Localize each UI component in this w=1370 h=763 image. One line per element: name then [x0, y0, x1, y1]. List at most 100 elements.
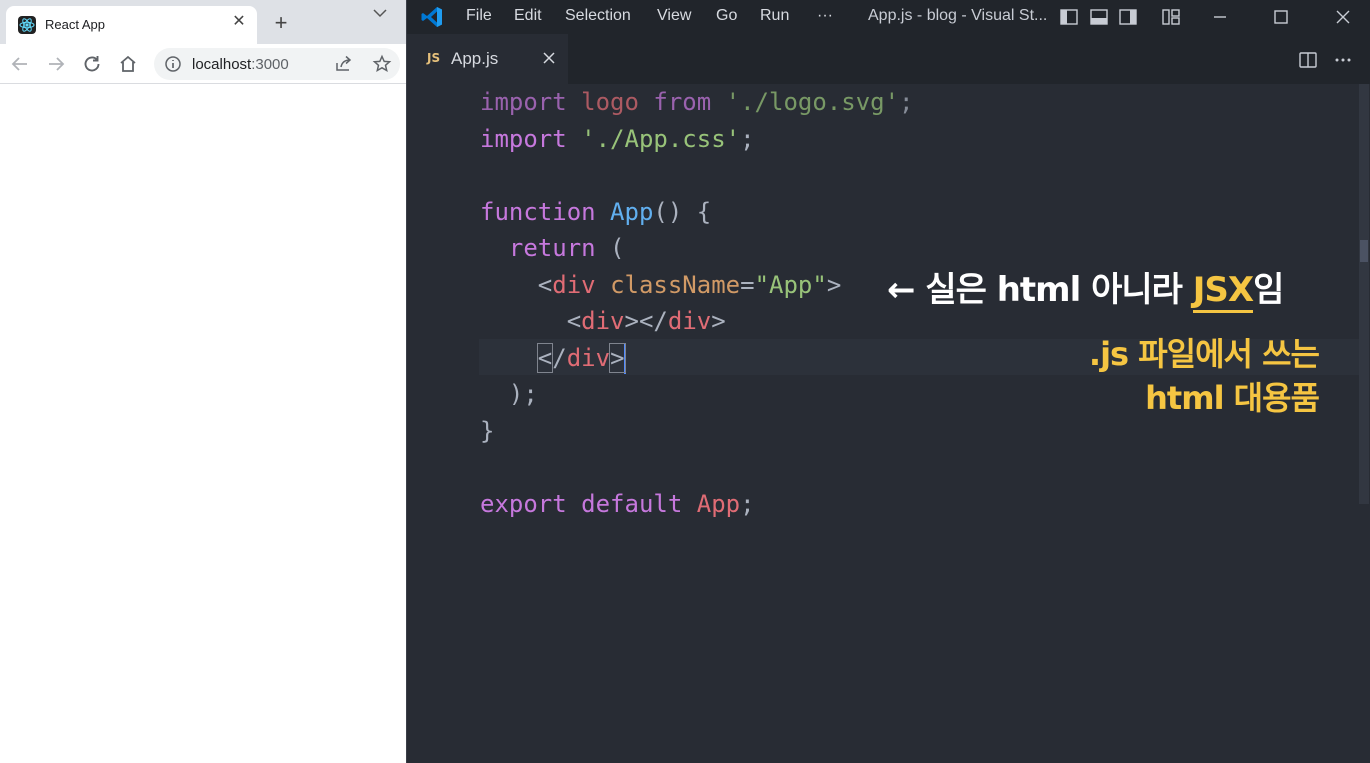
code-token: className: [610, 270, 741, 299]
code-token: from: [653, 88, 712, 116]
info-icon[interactable]: [164, 55, 182, 73]
vertical-scrollbar[interactable]: [1359, 84, 1369, 504]
code-token: <: [480, 307, 582, 335]
code-token: () {: [653, 197, 712, 226]
javascript-file-icon: JS: [427, 51, 441, 65]
window-title: App.js - blog - Visual St...: [868, 7, 1048, 24]
code-line[interactable]: return (: [480, 230, 625, 266]
code-token: function: [480, 197, 596, 226]
code-token: <: [536, 342, 554, 373]
menu-view[interactable]: View: [657, 7, 691, 25]
home-icon[interactable]: [116, 52, 140, 76]
toggle-panel-icon[interactable]: [1089, 7, 1109, 27]
text-cursor: [623, 343, 626, 374]
menu-selection[interactable]: Selection: [565, 7, 631, 25]
customize-layout-icon[interactable]: [1161, 7, 1181, 27]
code-line[interactable]: <div></div>: [480, 303, 726, 339]
menu-run[interactable]: Run: [760, 7, 789, 25]
code-token: <: [480, 270, 553, 299]
annotation-jsx-note: ← 실은 html 아니라 JSX임: [887, 262, 1284, 313]
code-line[interactable]: </div>: [480, 340, 626, 376]
annotation-explanation: .js 파일에서 쓰는 html 대용품: [1088, 332, 1320, 420]
reload-icon[interactable]: [80, 52, 104, 76]
address-url: localhost:3000: [192, 56, 289, 73]
code-token: (: [595, 234, 625, 262]
code-token: div: [581, 307, 625, 335]
menu-edit[interactable]: Edit: [514, 7, 542, 25]
browser-tab-react-app[interactable]: React App ✕: [6, 6, 257, 44]
code-line[interactable]: export default App;: [480, 486, 755, 522]
scrollbar-thumb[interactable]: [1360, 240, 1368, 262]
code-token: }: [480, 416, 495, 445]
share-icon[interactable]: [334, 54, 354, 74]
code-token: ;: [740, 489, 755, 518]
vscode-logo-icon: [420, 5, 444, 29]
back-arrow-icon[interactable]: [8, 52, 32, 76]
menu-go[interactable]: Go: [716, 7, 737, 25]
code-token: div: [566, 343, 611, 372]
react-logo-icon: [18, 16, 36, 34]
browser-tabstrip: React App ✕ +: [0, 0, 406, 44]
code-line[interactable]: );: [480, 376, 538, 412]
bookmark-star-icon[interactable]: [372, 54, 392, 74]
close-window-icon[interactable]: [1331, 5, 1355, 29]
browser-tab-title: React App: [45, 17, 105, 32]
url-port: :3000: [251, 56, 289, 73]
editor-tab-label: App.js: [451, 49, 499, 68]
code-token: App: [610, 197, 654, 226]
browser-toolbar: localhost:3000: [0, 44, 406, 84]
maximize-icon[interactable]: [1269, 5, 1293, 29]
code-token: App: [696, 489, 741, 518]
code-token: logo: [566, 88, 654, 116]
code-token: default: [581, 489, 683, 518]
code-token: div: [552, 270, 596, 299]
code-line[interactable]: import logo from './logo.svg';: [480, 84, 914, 120]
close-icon[interactable]: [540, 49, 558, 67]
code-line[interactable]: import './App.css';: [480, 121, 755, 157]
browser-page-content: [0, 85, 406, 763]
code-token: return: [480, 234, 596, 262]
title-bar: File Edit Selection View Go Run ··· App.…: [407, 0, 1370, 34]
annotation-line1-prefix: ← 실은 html 아니라: [887, 270, 1193, 310]
code-line[interactable]: function App() {: [480, 194, 711, 230]
code-token: >: [711, 307, 726, 335]
code-token: /: [552, 343, 567, 372]
menu-more[interactable]: ···: [817, 7, 833, 25]
code-token: import: [480, 124, 567, 153]
annotation-line1-suffix: 임: [1253, 270, 1284, 310]
annotation-line3: html 대용품: [1145, 379, 1320, 417]
close-tab-icon[interactable]: ✕: [229, 12, 249, 32]
new-tab-button[interactable]: +: [269, 11, 293, 35]
editor-tab-bar: JS App.js: [407, 34, 1370, 84]
code-token: div: [667, 307, 712, 335]
more-actions-icon[interactable]: [1333, 50, 1353, 70]
split-editor-icon[interactable]: [1298, 50, 1318, 70]
code-token: >: [826, 270, 842, 299]
chevron-down-icon[interactable]: [370, 3, 390, 23]
editor-tab-app-js[interactable]: JS App.js: [407, 34, 568, 84]
browser-window: React App ✕ + localhost:3000: [0, 0, 406, 763]
code-token: ;: [740, 124, 755, 153]
code-line[interactable]: <div className="App">: [480, 267, 841, 303]
toggle-secondary-sidebar-icon[interactable]: [1118, 7, 1138, 27]
minimize-icon[interactable]: [1208, 5, 1232, 29]
code-token: ></: [624, 307, 668, 335]
code-token: );: [480, 380, 538, 408]
code-token: ;: [899, 88, 914, 116]
url-host: localhost: [192, 56, 252, 73]
toggle-primary-sidebar-icon[interactable]: [1059, 7, 1079, 27]
code-token: export: [480, 489, 567, 518]
code-token: =: [740, 270, 755, 299]
forward-arrow-icon[interactable]: [44, 52, 68, 76]
code-token: import: [480, 88, 567, 116]
menu-file[interactable]: File: [466, 7, 492, 25]
code-line[interactable]: }: [480, 413, 494, 449]
code-editor[interactable]: import logo from './logo.svg'; import './…: [407, 84, 1370, 763]
annotation-line2: .js 파일에서 쓰는: [1088, 335, 1320, 373]
address-bar[interactable]: localhost:3000: [154, 48, 400, 80]
code-token: "App": [754, 270, 827, 299]
